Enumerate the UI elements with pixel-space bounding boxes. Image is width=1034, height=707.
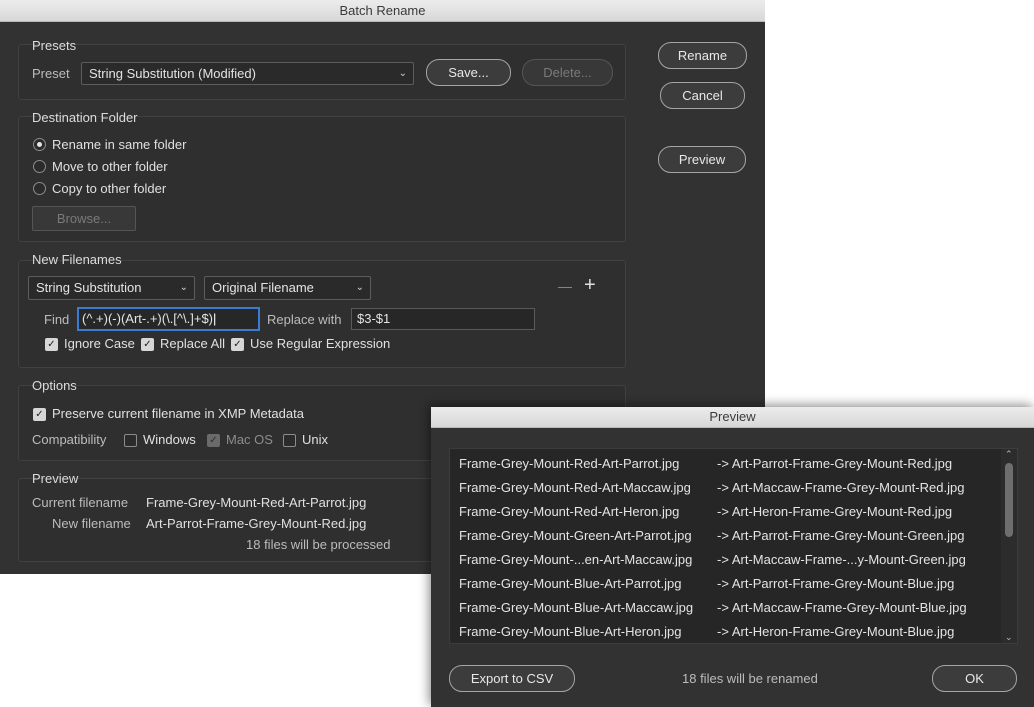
browse-button[interactable]: Browse... xyxy=(32,206,136,231)
find-input-value: (^.+)(-)(Art-.+)(\.[^\.]+$) xyxy=(82,311,214,326)
list-item: Frame-Grey-Mount-Red-Art-Parrot.jpg -> A… xyxy=(450,451,1017,475)
new-filenames-group-label: New Filenames xyxy=(32,252,122,267)
add-rule-button[interactable]: + xyxy=(584,274,596,297)
rule-type-value: String Substitution xyxy=(36,280,142,295)
macos-checkbox: ✓ xyxy=(207,434,220,447)
new-filename-label: New filename xyxy=(52,516,131,531)
replace-all-label: Replace All xyxy=(160,336,226,351)
presets-group-label: Presets xyxy=(32,38,77,53)
text-cursor: | xyxy=(213,311,217,326)
unix-label: Unix xyxy=(302,432,329,447)
preview-group-label: Preview xyxy=(32,471,79,486)
replace-input[interactable]: $3-$1 xyxy=(351,308,535,330)
list-item-from: Frame-Grey-Mount-Red-Art-Maccaw.jpg xyxy=(459,480,691,495)
find-label: Find xyxy=(44,312,70,327)
chevron-down-icon: ⌄ xyxy=(355,282,364,293)
delete-preset-button[interactable]: Delete... xyxy=(522,59,613,86)
ok-button[interactable]: OK xyxy=(932,665,1017,692)
chevron-down-icon: ⌄ xyxy=(179,282,188,293)
cancel-button[interactable]: Cancel xyxy=(660,82,745,109)
chevron-up-icon[interactable]: ⌃ xyxy=(1005,449,1013,460)
chevron-down-icon[interactable]: ⌄ xyxy=(1005,632,1013,643)
list-item: Frame-Grey-Mount-Green-Art-Parrot.jpg ->… xyxy=(450,523,1017,547)
remove-rule-button[interactable]: — xyxy=(558,278,572,294)
use-regex-checkbox[interactable]: ✓ xyxy=(231,338,244,351)
scrollbar[interactable]: ⌃ ⌄ xyxy=(1001,449,1017,643)
preserve-xmp-label: Preserve current filename in XMP Metadat… xyxy=(52,406,304,421)
radio-move-other-folder[interactable] xyxy=(33,160,46,173)
ignore-case-checkbox[interactable]: ✓ xyxy=(45,338,58,351)
list-item-to: -> Art-Maccaw-Frame-Grey-Mount-Blue.jpg xyxy=(717,600,967,615)
list-item-from: Frame-Grey-Mount-Blue-Art-Maccaw.jpg xyxy=(459,600,694,615)
list-item-from: Frame-Grey-Mount-Blue-Art-Parrot.jpg xyxy=(459,576,682,591)
windows-label: Windows xyxy=(143,432,196,447)
export-csv-button[interactable]: Export to CSV xyxy=(449,665,575,692)
windows-checkbox[interactable] xyxy=(124,434,137,447)
list-item: Frame-Grey-Mount-Red-Art-Heron.jpg -> Ar… xyxy=(450,499,1017,523)
use-regex-label: Use Regular Expression xyxy=(250,336,391,351)
list-item-to: -> Art-Maccaw-Frame-...y-Mount-Green.jpg xyxy=(717,552,966,567)
preset-select-value: String Substitution (Modified) xyxy=(89,66,256,81)
destination-group-label: Destination Folder xyxy=(32,110,138,125)
list-item-from: Frame-Grey-Mount-Red-Art-Parrot.jpg xyxy=(459,456,680,471)
list-item-to: -> Art-Parrot-Frame-Grey-Mount-Blue.jpg xyxy=(717,576,955,591)
list-item-from: Frame-Grey-Mount-Red-Art-Heron.jpg xyxy=(459,504,680,519)
move-other-folder-label: Move to other folder xyxy=(52,159,168,174)
replace-all-checkbox[interactable]: ✓ xyxy=(141,338,154,351)
chevron-down-icon: ⌄ xyxy=(398,68,407,79)
list-item: Frame-Grey-Mount-Blue-Art-Parrot.jpg -> … xyxy=(450,571,1017,595)
list-item-from: Frame-Grey-Mount-Green-Art-Parrot.jpg xyxy=(459,528,692,543)
radio-copy-other-folder[interactable] xyxy=(33,182,46,195)
rename-button[interactable]: Rename xyxy=(658,42,747,69)
list-item-from: Frame-Grey-Mount-...en-Art-Maccaw.jpg xyxy=(459,552,693,567)
list-item: Frame-Grey-Mount-Blue-Art-Maccaw.jpg -> … xyxy=(450,595,1017,619)
rule-field-select[interactable]: Original Filename ⌄ xyxy=(204,276,371,300)
copy-other-folder-label: Copy to other folder xyxy=(52,181,167,196)
list-item-to: -> Art-Maccaw-Frame-Grey-Mount-Red.jpg xyxy=(717,480,965,495)
window-title: Batch Rename xyxy=(0,0,765,22)
list-item-to: -> Art-Heron-Frame-Grey-Mount-Blue.jpg xyxy=(717,624,955,639)
scrollbar-thumb[interactable] xyxy=(1005,463,1013,537)
list-item: Frame-Grey-Mount-...en-Art-Maccaw.jpg ->… xyxy=(450,547,1017,571)
current-filename-value: Frame-Grey-Mount-Red-Art-Parrot.jpg xyxy=(146,495,367,510)
preview-button[interactable]: Preview xyxy=(658,146,746,173)
files-processed-text: 18 files will be processed xyxy=(246,537,391,552)
radio-rename-same-folder[interactable] xyxy=(33,138,46,151)
macos-label: Mac OS xyxy=(226,432,273,447)
current-filename-label: Current filename xyxy=(32,495,129,510)
list-item: Frame-Grey-Mount-Red-Art-Maccaw.jpg -> A… xyxy=(450,475,1017,499)
preview-window: Preview Frame-Grey-Mount-Red-Art-Parrot.… xyxy=(431,407,1034,707)
list-item-to: -> Art-Parrot-Frame-Grey-Mount-Green.jpg xyxy=(717,528,965,543)
files-renamed-text: 18 files will be renamed xyxy=(682,671,818,686)
list-item: Frame-Grey-Mount-Blue-Art-Heron.jpg -> A… xyxy=(450,619,1017,643)
rule-type-select[interactable]: String Substitution ⌄ xyxy=(28,276,195,300)
preset-select[interactable]: String Substitution (Modified) ⌄ xyxy=(81,62,414,85)
replace-label: Replace with xyxy=(267,312,342,327)
save-preset-button[interactable]: Save... xyxy=(426,59,511,86)
compatibility-label: Compatibility xyxy=(32,432,107,447)
new-filename-value: Art-Parrot-Frame-Grey-Mount-Red.jpg xyxy=(146,516,367,531)
preset-label: Preset xyxy=(32,66,70,81)
list-item-from: Frame-Grey-Mount-Blue-Art-Heron.jpg xyxy=(459,624,682,639)
preserve-xmp-checkbox[interactable]: ✓ xyxy=(33,408,46,421)
unix-checkbox[interactable] xyxy=(283,434,296,447)
find-input[interactable]: (^.+)(-)(Art-.+)(\.[^\.]+$)| xyxy=(77,307,260,331)
preview-window-title: Preview xyxy=(431,407,1034,428)
ignore-case-label: Ignore Case xyxy=(64,336,135,351)
rule-field-value: Original Filename xyxy=(212,280,314,295)
list-item-to: -> Art-Parrot-Frame-Grey-Mount-Red.jpg xyxy=(717,456,953,471)
list-item-to: -> Art-Heron-Frame-Grey-Mount-Red.jpg xyxy=(717,504,953,519)
rename-preview-list[interactable]: Frame-Grey-Mount-Red-Art-Parrot.jpg -> A… xyxy=(449,448,1018,644)
rename-same-folder-label: Rename in same folder xyxy=(52,137,187,152)
options-group-label: Options xyxy=(32,378,77,393)
